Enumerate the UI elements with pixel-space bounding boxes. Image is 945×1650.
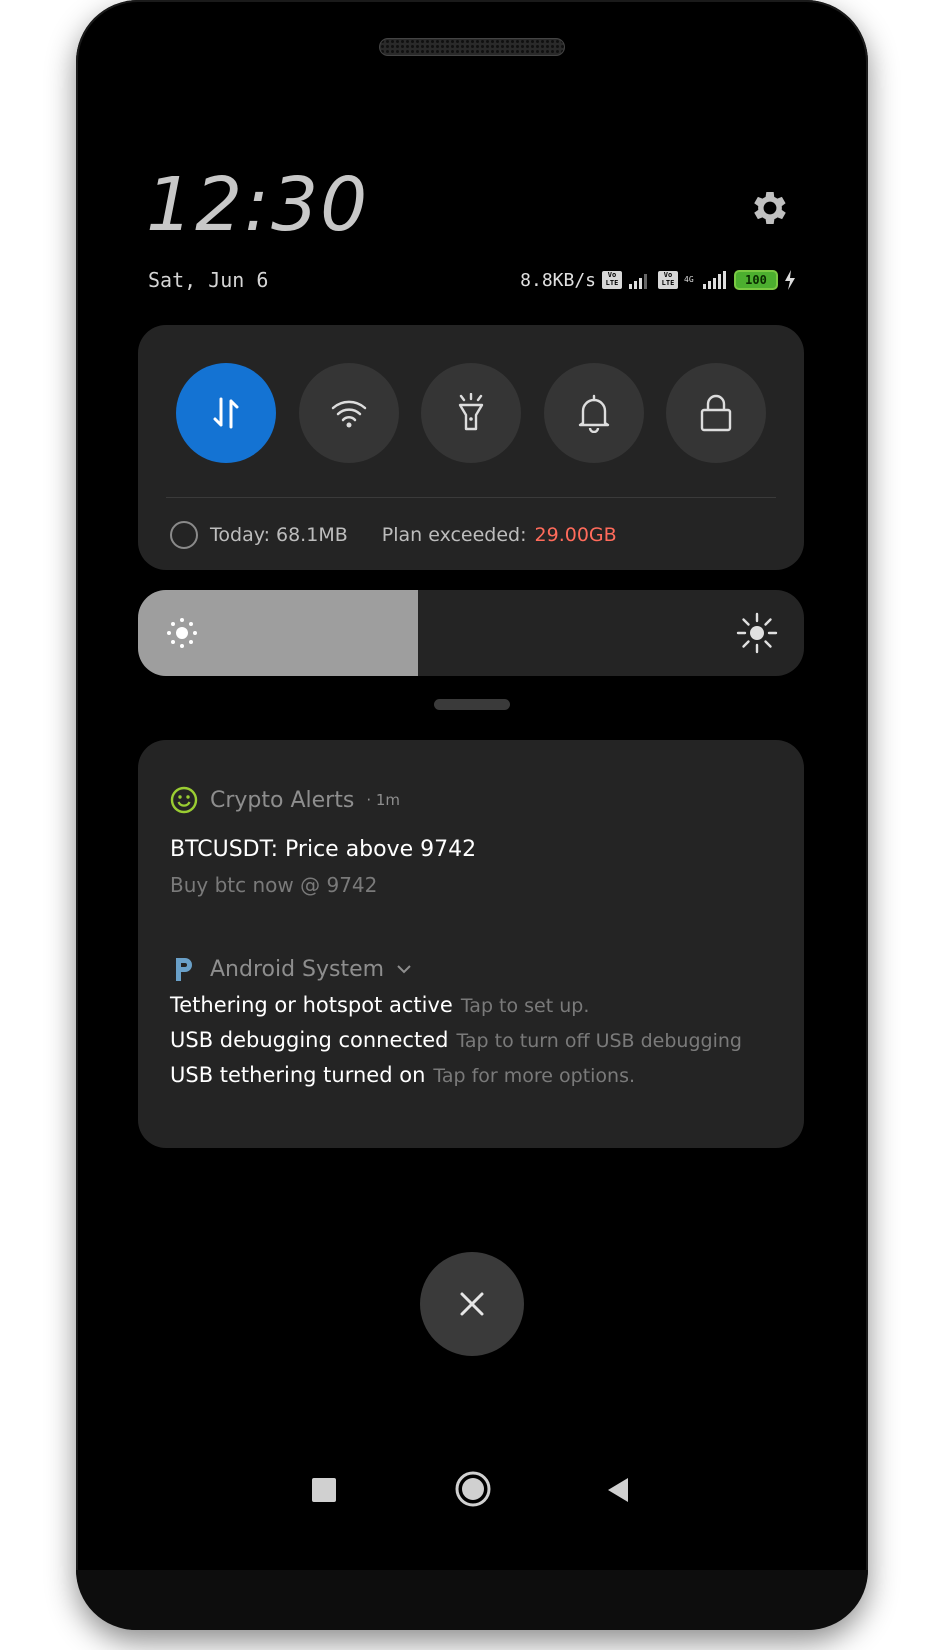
lock-toggle[interactable]	[666, 363, 766, 463]
battery-icon: 100	[734, 270, 778, 290]
phone-chin	[76, 1570, 868, 1630]
lock-icon	[700, 394, 732, 432]
line-desc: Tap for more options.	[433, 1065, 636, 1087]
volte-icon: Vo LTE	[602, 271, 622, 289]
phone-frame: 12:30 Sat, Jun 6 8.8KB/s Vo LTE Vo LTE 4…	[76, 0, 868, 1630]
data-usage[interactable]: Today: 68.1MB Plan exceeded: 29.00GB	[170, 521, 617, 549]
notifications-toggle[interactable]	[543, 363, 644, 463]
data-transfer-icon	[213, 397, 239, 429]
recents-icon[interactable]	[312, 1478, 336, 1502]
notification-line[interactable]: USB debugging connected Tap to turn off U…	[170, 1028, 742, 1052]
signal-icon-2	[703, 271, 726, 289]
clock: 12:30	[146, 162, 370, 248]
status-bar: 8.8KB/s Vo LTE Vo LTE 4G 100	[520, 268, 796, 292]
usage-ring-icon	[170, 521, 198, 549]
line-desc: Tap to set up.	[460, 995, 590, 1017]
usage-today: Today: 68.1MB	[210, 524, 348, 546]
divider	[166, 497, 776, 498]
flashlight-toggle[interactable]	[421, 363, 521, 463]
smiley-icon	[170, 786, 198, 814]
volte-icon-2: Vo LTE	[658, 271, 678, 289]
signal-icon	[629, 274, 647, 289]
plan-label: Plan exceeded:	[381, 524, 527, 546]
flashlight-icon	[458, 393, 484, 431]
clear-all-button[interactable]	[420, 1252, 524, 1356]
notification-line[interactable]: USB tethering turned on Tap for more opti…	[170, 1063, 635, 1087]
bell-icon	[578, 394, 609, 433]
crypto-title[interactable]: BTCUSDT: Price above 9742	[170, 837, 476, 862]
line-title: Tethering or hotspot active	[170, 993, 453, 1017]
net-speed: 8.8KB/s	[520, 269, 596, 291]
back-icon[interactable]	[604, 1476, 632, 1504]
line-title: USB tethering turned on	[170, 1063, 426, 1087]
crypto-app-name: Crypto Alerts	[210, 787, 355, 813]
charging-icon	[785, 270, 795, 290]
crypto-age: · 1m	[366, 791, 401, 809]
brightness-low-icon	[167, 618, 197, 648]
network-tag: 4G	[684, 275, 694, 284]
quick-settings-panel: Today: 68.1MB Plan exceeded: 29.00GB	[138, 325, 804, 570]
crypto-body[interactable]: Buy btc now @ 9742	[170, 873, 377, 897]
navigation-bar	[76, 1462, 868, 1522]
android-system-icon	[176, 958, 192, 981]
speaker-grille	[379, 38, 565, 56]
brightness-slider[interactable]	[138, 590, 804, 676]
close-icon	[460, 1292, 484, 1316]
home-icon[interactable]	[454, 1470, 492, 1508]
line-title: USB debugging connected	[170, 1028, 449, 1052]
android-app-name: Android System	[210, 956, 385, 982]
line-desc: Tap to turn off USB debugging	[456, 1030, 742, 1052]
wifi-icon	[331, 400, 366, 428]
mobile-data-toggle[interactable]	[176, 363, 276, 463]
notification-panel: Crypto Alerts · 1m BTCUSDT: Price above …	[138, 740, 804, 1148]
brightness-high-icon	[736, 612, 778, 654]
chevron-down-icon[interactable]	[396, 964, 412, 974]
android-system-header[interactable]: Android System	[170, 955, 412, 983]
crypto-alerts-header[interactable]: Crypto Alerts · 1m	[170, 786, 400, 814]
wifi-toggle[interactable]	[298, 363, 399, 463]
notification-line[interactable]: Tethering or hotspot active Tap to set up…	[170, 993, 589, 1017]
gear-icon[interactable]	[748, 186, 792, 230]
plan-value: 29.00GB	[534, 524, 617, 546]
date: Sat, Jun 6	[148, 268, 269, 292]
expand-handle[interactable]	[434, 699, 510, 710]
